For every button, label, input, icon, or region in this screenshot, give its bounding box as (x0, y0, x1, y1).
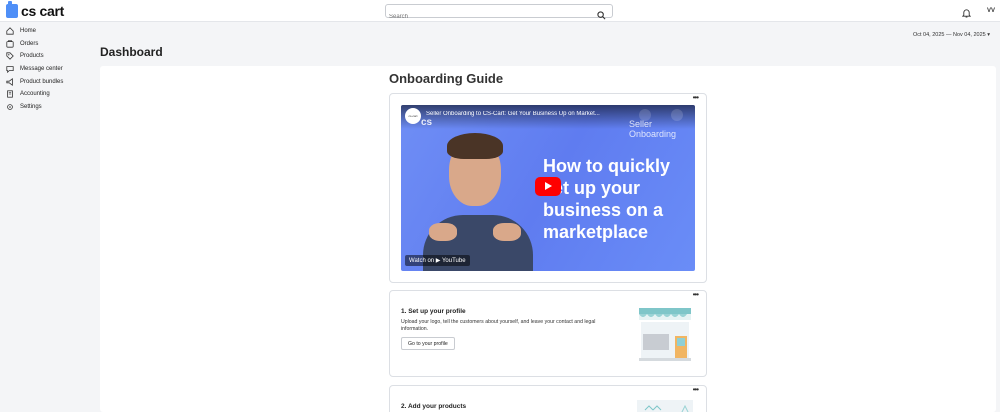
step-card: ••• 2. Add your products (389, 385, 707, 412)
sidebar-item-label: Home (20, 28, 37, 35)
logo-text: cs cart (21, 3, 65, 19)
presenter-hand-left (429, 223, 457, 241)
sidebar-item-label: Message center (20, 66, 63, 73)
sidebar-item-settings[interactable]: Settings (0, 101, 100, 114)
sidebar-item-label: Product bundles (20, 78, 64, 85)
go-to-profile-button[interactable]: Go to your profile (401, 337, 455, 350)
presenter-hair (447, 133, 503, 159)
play-icon[interactable] (535, 177, 561, 196)
bell-icon[interactable] (961, 5, 972, 23)
step-description: Upload your logo, tell the customers abo… (401, 319, 596, 332)
sidebar-item-products[interactable]: Products (0, 50, 100, 63)
sidebar-item-label: Accounting (20, 91, 50, 98)
video-player[interactable]: cs Seller Onboarding cs-cart Seller Onbo… (401, 105, 695, 271)
onboarding-title: Onboarding Guide (389, 71, 504, 86)
products-illustration (637, 400, 693, 412)
ledger-icon (7, 90, 13, 98)
sidebar-item-orders[interactable]: Orders (0, 38, 100, 51)
home-icon (6, 27, 14, 35)
sidebar-item-label: Orders (20, 40, 39, 47)
page-title: Dashboard (100, 45, 163, 59)
presenter-hand-right (493, 223, 521, 241)
step-title: 2. Add your products (401, 403, 467, 410)
video-brand: cs (421, 117, 433, 128)
chat-icon (6, 66, 14, 74)
video-brand-right: Seller Onboarding (629, 119, 677, 139)
video-card: ••• cs Seller Onboarding cs-cart Seller … (389, 93, 707, 283)
more-icon[interactable]: ••• (693, 94, 699, 102)
avatar[interactable]: VV (984, 4, 998, 18)
tag-icon (6, 52, 14, 61)
channel-avatar[interactable]: cs-cart (405, 108, 421, 124)
step-card: ••• 1. Set up your profile Upload your l… (389, 290, 707, 377)
megaphone-icon (6, 77, 13, 86)
sidebar-item-home[interactable]: Home (0, 25, 100, 38)
orders-icon (6, 40, 14, 48)
gear-icon (7, 104, 13, 110)
storefront-icon (639, 308, 691, 361)
video-title[interactable]: Seller Onboarding to CS-Cart: Get Your B… (426, 111, 641, 117)
video-headline: How to quickly set up your business on a… (543, 156, 671, 242)
top-bar: cs cart VV (0, 0, 1000, 23)
sidebar: Home Orders Products Message center Prod… (0, 22, 100, 412)
sidebar-item-message-center[interactable]: Message center (0, 63, 100, 76)
sidebar-item-label: Products (20, 53, 44, 60)
sidebar-item-label: Settings (20, 103, 42, 110)
more-icon[interactable]: ••• (693, 291, 699, 299)
date-range-picker[interactable]: Oct 04, 2025 — Nov 04, 2025 ▾ (913, 32, 990, 38)
share-icon[interactable] (671, 109, 683, 121)
more-icon[interactable]: ••• (693, 386, 699, 394)
search-icon[interactable] (597, 7, 606, 25)
watch-on-youtube[interactable]: Watch on ▶ YouTube (405, 255, 470, 266)
step-title: 1. Set up your profile (401, 308, 466, 315)
sidebar-item-product-bundles[interactable]: Product bundles (0, 75, 100, 88)
logo[interactable]: cs cart (6, 1, 65, 19)
logo-icon (6, 1, 18, 18)
watch-later-icon[interactable] (639, 109, 651, 121)
search-input[interactable] (386, 11, 586, 23)
sidebar-item-accounting[interactable]: Accounting (0, 88, 100, 101)
search-box[interactable] (385, 4, 613, 23)
